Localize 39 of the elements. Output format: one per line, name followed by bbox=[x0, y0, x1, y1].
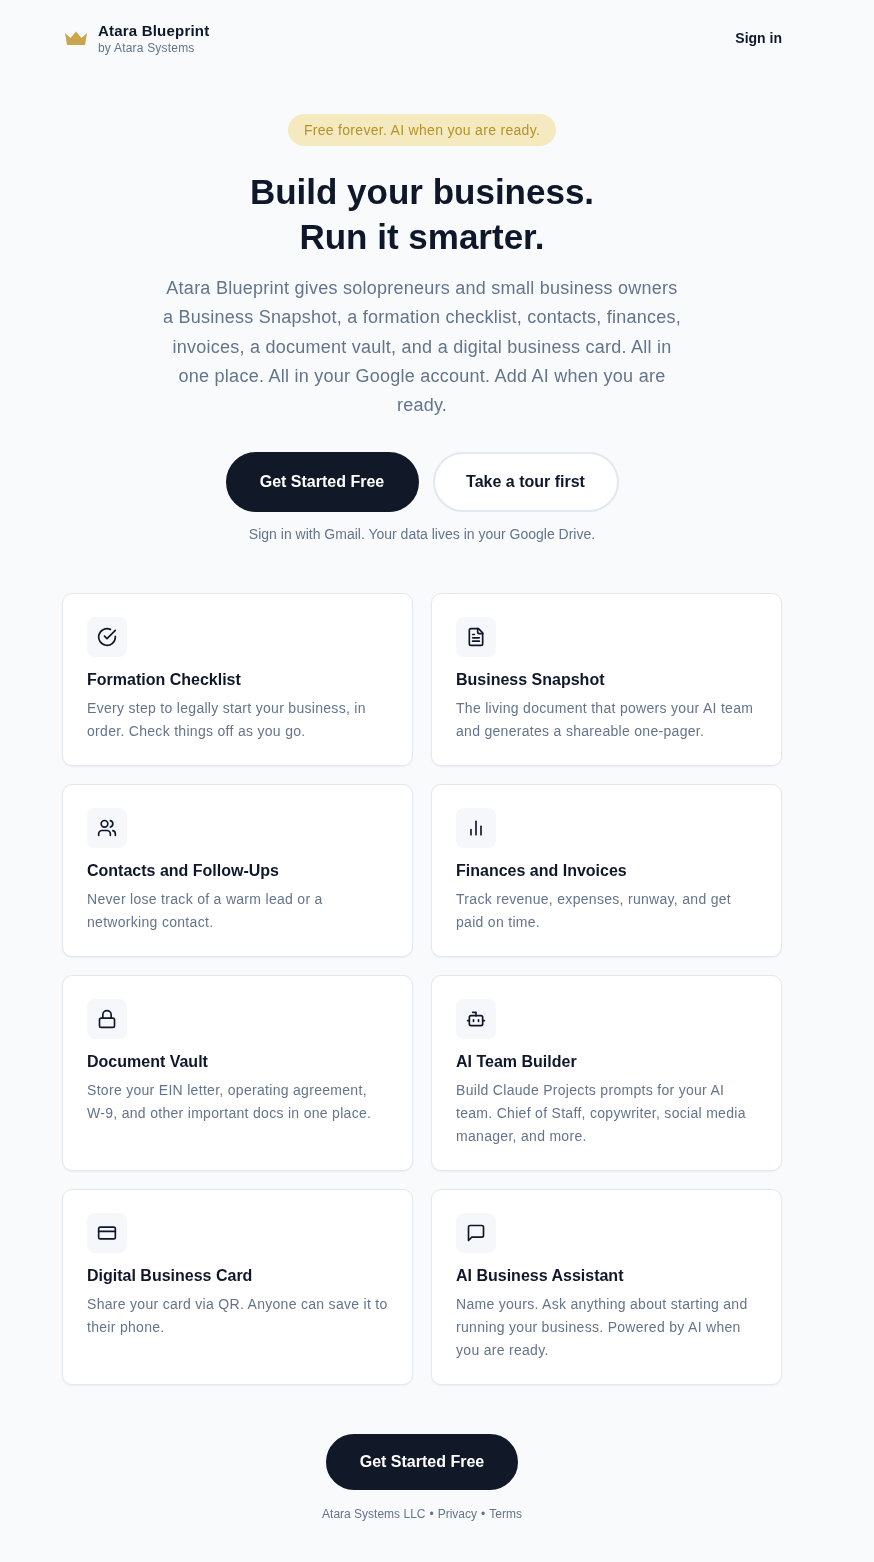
company-name: Atara Systems LLC bbox=[322, 1506, 426, 1524]
footer-separator: • bbox=[481, 1506, 486, 1524]
promo-badge: Free forever. AI when you are ready. bbox=[287, 114, 557, 146]
brand-byline: by Atara Systems bbox=[98, 39, 196, 56]
footer-separator: • bbox=[429, 1506, 434, 1524]
feature-description: Store your EIN letter, operating agreement, W-9, and other important docs in one place. bbox=[87, 1081, 373, 1124]
people-icon bbox=[87, 808, 127, 849]
brand-name: Atara Blueprint bbox=[98, 20, 210, 40]
feature-title: AI Team Builder bbox=[456, 1052, 578, 1073]
feature-description: Never lose track of a warm lead or a networking contact. bbox=[87, 890, 324, 933]
feature-description: Build Claude Projects prompts for your AI team. Chief of Staff, copywriter, social media manager, and more. bbox=[456, 1081, 747, 1147]
get-started-button[interactable]: Get Started Free bbox=[326, 1434, 518, 1491]
crown-icon bbox=[64, 31, 88, 45]
hero-heading: Build your business. Run it smarter. bbox=[249, 171, 595, 258]
feature-description: Name yours. Ask anything about starting and running your business. Powered by AI when you are ready. bbox=[456, 1295, 749, 1361]
lock-icon bbox=[87, 999, 127, 1040]
sign-in-note: Sign in with Gmail. Your data lives in your Google Drive. bbox=[248, 525, 596, 545]
footer-link[interactable]: Terms bbox=[489, 1505, 522, 1524]
tour-button[interactable]: Take a tour first bbox=[432, 452, 619, 513]
footer-link[interactable]: Privacy bbox=[437, 1505, 477, 1524]
feature-title: Finances and Invoices bbox=[456, 861, 628, 882]
feature-description: The living document that powers your AI team and generates a shareable one-pager. bbox=[456, 699, 755, 742]
feature-title: Contacts and Follow-Ups bbox=[87, 861, 280, 882]
feature-description: Every step to legally start your business, in order. Check things off as you go. bbox=[87, 699, 367, 742]
feature-title: Digital Business Card bbox=[87, 1266, 254, 1287]
sign-in-link[interactable]: Sign in bbox=[735, 30, 782, 46]
feature-description: Share your card via QR. Anyone can save it to their phone. bbox=[87, 1295, 388, 1338]
feature-title: Business Snapshot bbox=[456, 670, 606, 691]
robot-icon bbox=[456, 999, 496, 1040]
hero-description: Atara Blueprint gives solopreneurs and small business owners a Business Snapshot, a formation checklist, contacts, finances, invoices, a document vault, and a digital business card. All in one place. All in your Google account. Add AI when you are ready. bbox=[162, 277, 682, 418]
feature-title: AI Business Assistant bbox=[456, 1266, 625, 1287]
feature-title: Formation Checklist bbox=[87, 670, 242, 691]
document-icon bbox=[456, 617, 496, 658]
feature-description: Track revenue, expenses, runway, and get paid on time. bbox=[456, 890, 733, 933]
chat-bubble-icon bbox=[456, 1213, 496, 1254]
feature-title: Document Vault bbox=[87, 1052, 209, 1073]
get-started-button[interactable]: Get Started Free bbox=[225, 452, 419, 513]
bar-chart-icon bbox=[456, 808, 496, 849]
card-icon bbox=[87, 1213, 127, 1254]
